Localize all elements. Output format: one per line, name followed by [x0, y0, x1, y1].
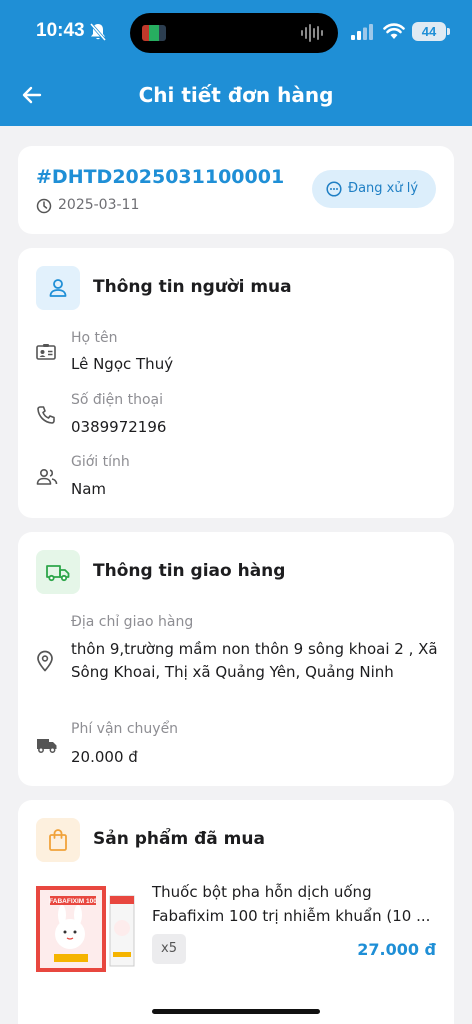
product-brand-text: FABAFIXIM 100 — [49, 898, 97, 905]
delivery-info-card: Thông tin giao hàng Địa chỉ giao hàng th… — [18, 532, 454, 786]
truck-icon — [36, 737, 58, 757]
phone-icon — [36, 405, 56, 429]
navigation-bar: Chi tiết đơn hàng — [0, 64, 472, 126]
status-label: Đang xử lý — [348, 181, 419, 196]
address-value: thôn 9,trường mầm non thôn 9 sông khoai … — [71, 640, 438, 681]
location-pin-icon — [36, 650, 54, 676]
more-circle-icon — [326, 181, 342, 197]
signal-icon — [351, 24, 375, 44]
fee-label: Phí vận chuyển — [71, 721, 179, 737]
truck-icon — [36, 550, 80, 594]
shopping-bag-icon — [36, 818, 80, 862]
audio-wave-icon — [300, 24, 326, 46]
page-title: Chi tiết đơn hàng — [138, 83, 334, 107]
name-label: Họ tên — [71, 330, 118, 346]
delivery-section-title: Thông tin giao hàng — [93, 561, 286, 581]
bell-slash-icon — [89, 22, 107, 46]
product-image[interactable]: FABAFIXIM 100 — [34, 878, 138, 976]
order-id: #DHTD2025031100001 — [36, 166, 285, 188]
gender-value: Nam — [71, 480, 107, 498]
buyer-info-card: Thông tin người mua Họ tên Lê Ngọc Thuý … — [18, 248, 454, 518]
fee-value: 20.000 đ — [71, 748, 138, 766]
buyer-section-title: Thông tin người mua — [93, 277, 292, 297]
wifi-icon — [383, 22, 405, 44]
product-price: 27.000 đ — [357, 940, 436, 959]
status-badge: Đang xử lý — [312, 170, 436, 208]
people-icon — [36, 468, 58, 490]
order-date: 2025-03-11 — [58, 197, 140, 213]
home-indicator — [152, 1009, 320, 1014]
person-icon — [36, 266, 80, 310]
gender-label: Giới tính — [71, 454, 130, 470]
products-section-title: Sản phẩm đã mua — [93, 829, 265, 849]
dynamic-island — [130, 13, 338, 53]
quantity-badge: x5 — [152, 934, 186, 964]
now-playing-thumbnail — [142, 25, 166, 41]
phone-value: 0389972196 — [71, 418, 167, 436]
id-card-icon — [36, 343, 56, 365]
products-card: Sản phẩm đã mua FABAFIXIM 100 Thuốc bột … — [18, 800, 454, 1024]
battery-indicator: 44 — [412, 22, 446, 41]
order-summary-card: #DHTD2025031100001 2025-03-11 Đang xử lý — [18, 146, 454, 234]
battery-tip — [447, 28, 450, 35]
status-time: 10:43 — [36, 20, 85, 41]
product-name[interactable]: Thuốc bột pha hỗn dịch uống Fabafixim 10… — [152, 880, 437, 928]
app-header: 10:43 44 Chi tiết đơn hàng — [0, 0, 472, 126]
clock-icon — [36, 198, 52, 218]
name-value: Lê Ngọc Thuý — [71, 355, 174, 373]
phone-label: Số điện thoại — [71, 392, 164, 408]
address-label: Địa chỉ giao hàng — [71, 614, 194, 630]
status-bar: 10:43 44 — [0, 0, 472, 64]
